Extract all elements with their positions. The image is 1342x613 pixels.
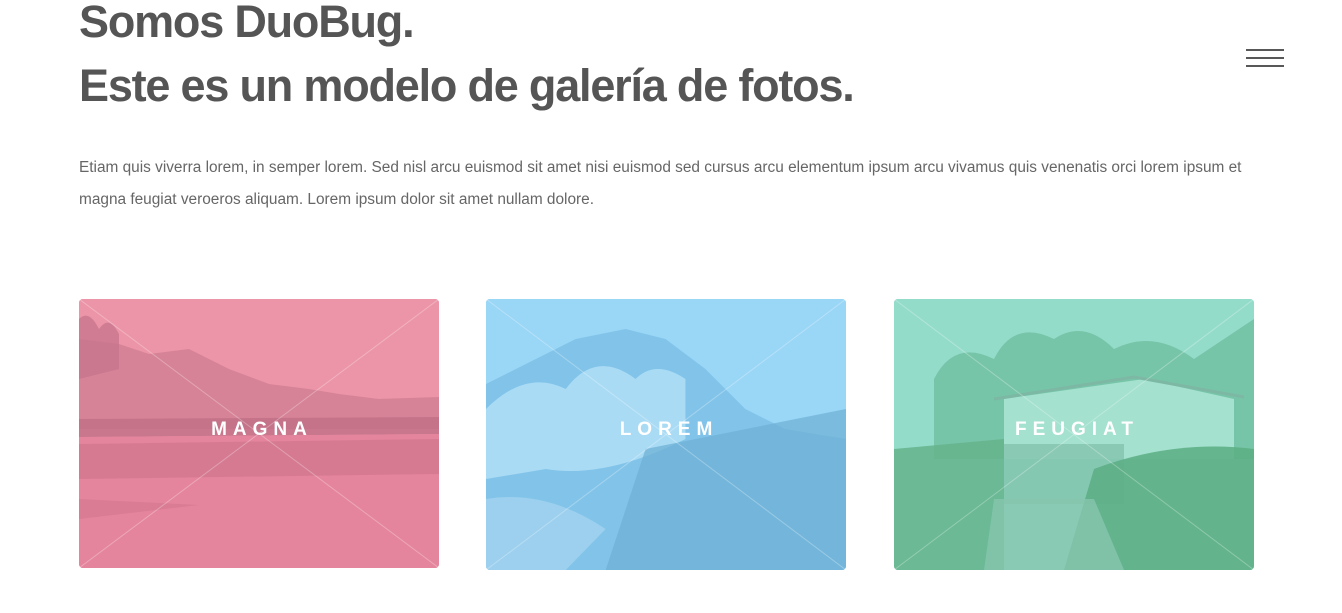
page-title-line-2: Este es un modelo de galería de fotos. — [79, 60, 855, 111]
tile-label: MAGNA — [211, 419, 313, 440]
menu-bar — [1246, 57, 1284, 59]
gallery-tile-lorem[interactable]: LOREM — [486, 299, 846, 570]
page: Somos DuoBug. Este es un modelo de galer… — [0, 0, 1342, 613]
page-title-line-1: Somos DuoBug. — [79, 0, 415, 47]
page-title: Somos DuoBug. Este es un modelo de galer… — [79, 0, 855, 118]
hamburger-menu-icon[interactable] — [1246, 48, 1286, 74]
gallery-tile-feugiat[interactable]: FEUGIAT — [894, 299, 1254, 570]
menu-bar — [1246, 49, 1284, 51]
gallery-tile-magna[interactable]: MAGNA — [79, 299, 439, 568]
tile-label: LOREM — [619, 419, 719, 440]
intro-paragraph: Etiam quis viverra lorem, in semper lore… — [79, 159, 1242, 208]
menu-bar — [1246, 65, 1284, 67]
tile-label: FEUGIAT — [1015, 419, 1139, 440]
